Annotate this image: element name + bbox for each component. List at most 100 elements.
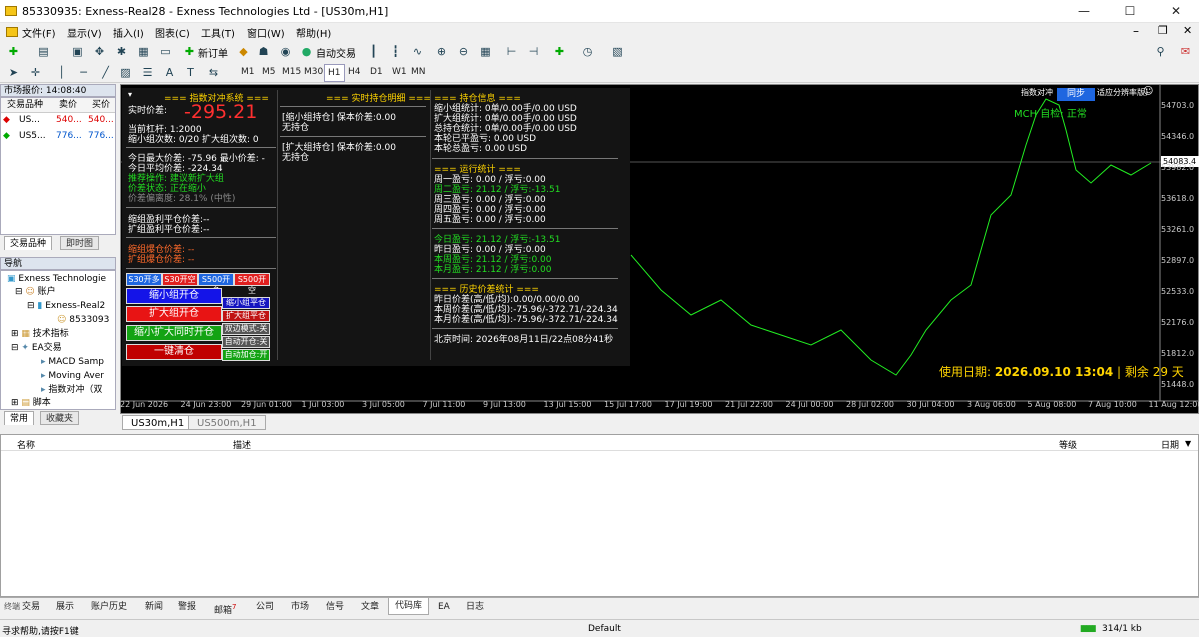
tab-us500-chart[interactable]: US500m,H1 (188, 415, 266, 430)
table-row[interactable]: ◆ US5... 776... 776... (1, 129, 115, 144)
tab-symbols[interactable]: 交易品种 (4, 236, 53, 250)
bar-chart-icon[interactable]: ┃ (366, 44, 381, 59)
tab-us30-chart[interactable]: US30m,H1 (122, 415, 194, 430)
tab-exposure[interactable]: 展示 (56, 600, 74, 614)
nav-ea-macd[interactable]: ▸ MACD Samp (41, 356, 104, 369)
candle-chart-icon[interactable]: ┇ (388, 44, 403, 59)
tile-windows-icon[interactable]: ▦ (478, 44, 493, 59)
s500-sell-button[interactable]: S500开空 (234, 273, 270, 295)
close-button[interactable]: ✕ (1153, 0, 1199, 23)
tab-mailbox[interactable]: 邮箱7 (214, 600, 236, 616)
auto-open-toggle[interactable]: 自动开仓:关 (222, 336, 270, 348)
s30-buy-button[interactable]: S30开多 (126, 273, 162, 286)
cursor-icon[interactable]: ➤ (6, 65, 21, 80)
tab-history[interactable]: 账户历史 (91, 600, 127, 614)
nav-accounts[interactable]: ⊟ ☺ 账户 (15, 286, 56, 299)
market-watch-icon[interactable]: ▣ (70, 44, 85, 59)
sync-button[interactable]: 同步 (1057, 88, 1095, 101)
tf-m5[interactable]: M5 (262, 67, 276, 77)
tab-common[interactable]: 常用 (4, 411, 35, 425)
tf-h4[interactable]: H4 (348, 67, 361, 77)
close-all-button[interactable]: 一键清仓 (126, 344, 222, 360)
vertical-line-icon[interactable]: │ (54, 65, 69, 80)
nav-server[interactable]: ⊟ ▮ Exness-Real2 (27, 300, 105, 313)
tf-d1[interactable]: D1 (370, 67, 383, 77)
autoscroll-icon[interactable]: ⊣ (526, 44, 541, 59)
arrows-icon[interactable]: ⇆ (206, 65, 221, 80)
channel-icon[interactable]: ▨ (118, 65, 133, 80)
periods-icon[interactable]: ◷ (580, 44, 595, 59)
close-big-group-button[interactable]: 扩大组平仓 (222, 310, 270, 322)
profiles-icon[interactable]: ▤ (36, 44, 51, 59)
tf-h1[interactable]: H1 (324, 64, 345, 82)
auto-trade-button[interactable]: 自动交易 (316, 45, 356, 60)
mdi-minimize-button[interactable]: – (1133, 24, 1139, 38)
tab-trade[interactable]: 交易 (22, 600, 40, 614)
tab-experts[interactable]: EA (438, 600, 450, 614)
tf-mn[interactable]: MN (411, 67, 426, 77)
tf-w1[interactable]: W1 (392, 67, 407, 77)
menu-file[interactable]: 文件(F) (22, 25, 56, 40)
menu-tools[interactable]: 工具(T) (201, 25, 235, 40)
tab-articles[interactable]: 文章 (361, 600, 379, 614)
tab-company[interactable]: 公司 (256, 600, 274, 614)
trendline-icon[interactable]: ╱ (98, 65, 113, 80)
tab-signals[interactable]: 信号 (326, 600, 344, 614)
tf-m15[interactable]: M15 (282, 67, 301, 77)
nav-indicators[interactable]: ⊞ ▦ 技术指标 (11, 328, 69, 341)
tester-icon[interactable]: ▭ (158, 44, 173, 59)
tab-code-base[interactable]: 代码库 (388, 598, 430, 615)
nav-ea-ma[interactable]: ▸ Moving Aver (41, 370, 104, 383)
line-chart-icon[interactable]: ∿ (410, 44, 425, 59)
text-label-icon[interactable]: T (183, 65, 198, 80)
navigator-icon[interactable]: ✱ (114, 44, 129, 59)
col-bid[interactable]: 卖价 (59, 98, 77, 113)
menu-insert[interactable]: 插入(I) (113, 25, 144, 40)
horizontal-line-icon[interactable]: ─ (76, 65, 91, 80)
nav-broker[interactable]: ▣ Exness Technologie (7, 273, 106, 286)
tab-favorites[interactable]: 收藏夹 (40, 411, 80, 425)
tab-tick-chart[interactable]: 即时图 (60, 236, 100, 250)
close-small-group-button[interactable]: 缩小组平仓 (222, 297, 270, 309)
new-order-icon[interactable]: ✚ (182, 44, 197, 59)
globe-icon[interactable]: ◉ (278, 44, 293, 59)
new-chart-icon[interactable]: ✚ (6, 44, 21, 59)
search-icon[interactable]: ⚲ (1153, 44, 1168, 59)
crosshair-icon[interactable]: ✛ (28, 65, 43, 80)
nav-account-number[interactable]: ☺ 8533093 (57, 314, 109, 327)
collapse-icon[interactable]: ▾ (128, 90, 132, 100)
menu-chart[interactable]: 图表(C) (155, 25, 190, 40)
menu-view[interactable]: 显示(V) (67, 25, 102, 40)
col-ask[interactable]: 买价 (92, 98, 110, 113)
terminal-icon[interactable]: ▦ (136, 44, 151, 59)
tf-m1[interactable]: M1 (241, 67, 255, 77)
fibonacci-icon[interactable]: ☰ (140, 65, 155, 80)
auto-add-toggle[interactable]: 自动加仓:开 (222, 349, 270, 361)
tab-news[interactable]: 新闻 (145, 600, 163, 614)
table-row[interactable]: ◆ US... 540... 540... (1, 113, 115, 128)
open-small-group-button[interactable]: 缩小组开仓 (126, 288, 222, 304)
tab-journal[interactable]: 日志 (466, 600, 484, 614)
zoom-in-icon[interactable]: ⊕ (434, 44, 449, 59)
mdi-close-button[interactable]: ✕ (1183, 24, 1192, 37)
nav-scripts[interactable]: ⊞ ▤ 脚本 (11, 397, 51, 409)
chart-shift-icon[interactable]: ⊢ (504, 44, 519, 59)
maximize-button[interactable]: ☐ (1107, 0, 1153, 23)
indicators-icon[interactable]: ✚ (552, 44, 567, 59)
menu-help[interactable]: 帮助(H) (296, 25, 331, 40)
mdi-restore-button[interactable]: ❐ (1158, 24, 1168, 37)
tf-m30[interactable]: M30 (304, 67, 323, 77)
zoom-out-icon[interactable]: ⊖ (456, 44, 471, 59)
text-icon[interactable]: A (162, 65, 177, 80)
auto-trade-icon[interactable]: ● (299, 44, 314, 59)
open-both-button[interactable]: 缩小扩大同时开仓 (126, 325, 222, 341)
s30-sell-button[interactable]: S30开空 (162, 273, 198, 286)
nav-experts[interactable]: ⊟ ✦ EA交易 (11, 342, 62, 355)
new-order-button[interactable]: 新订单 (198, 45, 228, 60)
chat-icon[interactable]: ✉ (1178, 44, 1193, 59)
open-big-group-button[interactable]: 扩大组开仓 (126, 306, 222, 322)
col-symbol[interactable]: 交易品种 (7, 98, 43, 113)
tab-market[interactable]: 市场 (291, 600, 309, 614)
tab-alerts[interactable]: 警报 (178, 600, 196, 614)
metaeditor-icon[interactable]: ◆ (236, 44, 251, 59)
